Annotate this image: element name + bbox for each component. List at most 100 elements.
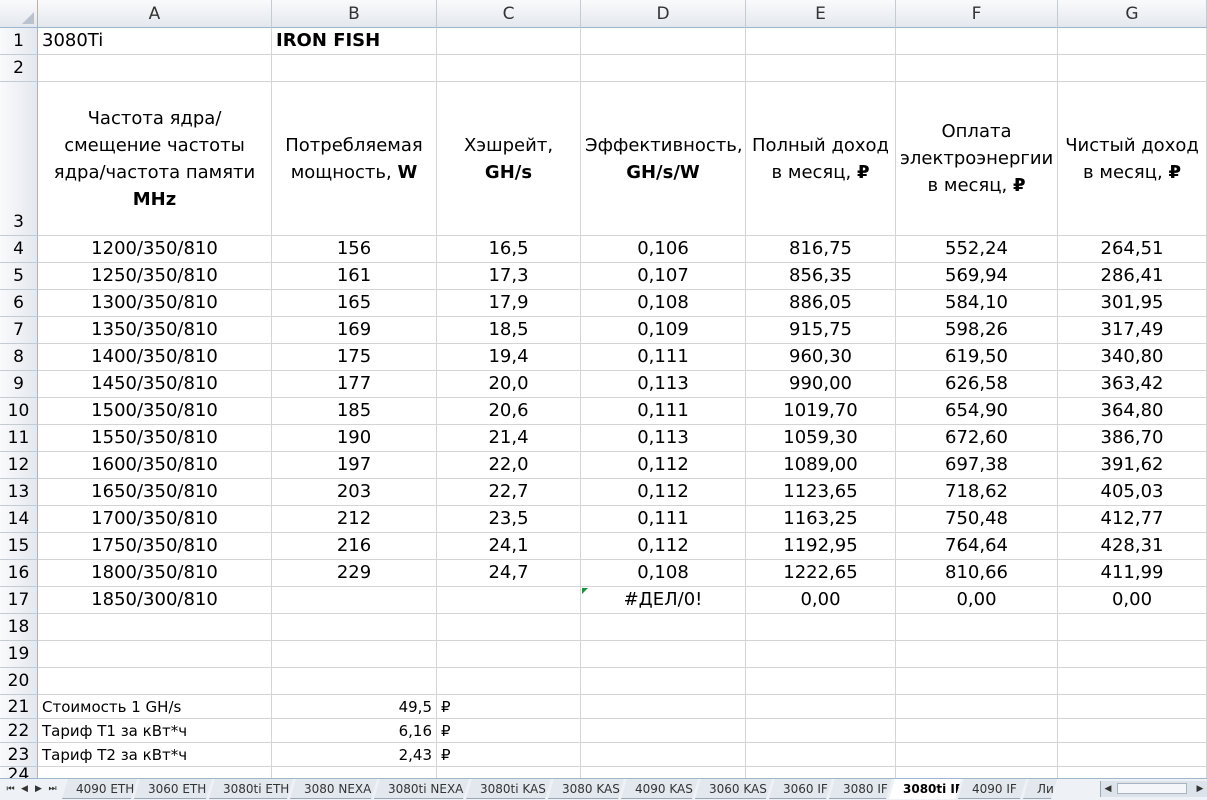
data-cell-r16-e[interactable]: 1222,65 — [746, 560, 896, 587]
sheet-tab-3060-eth[interactable]: 3060 ETH — [134, 779, 212, 799]
data-cell-r14-f[interactable]: 750,48 — [896, 506, 1058, 533]
grid-cell[interactable] — [746, 28, 896, 55]
data-cell-r11-b[interactable]: 190 — [272, 425, 437, 452]
data-cell-r8-f[interactable]: 619,50 — [896, 344, 1058, 371]
data-cell-r13-a[interactable]: 1650/350/810 — [38, 479, 272, 506]
grid-cell[interactable] — [1058, 743, 1207, 767]
data-cell-r12-b[interactable]: 197 — [272, 452, 437, 479]
data-cell-r7-c[interactable]: 18,5 — [437, 317, 581, 344]
data-cell-r5-d[interactable]: 0,107 — [581, 263, 746, 290]
data-cell-r6-e[interactable]: 886,05 — [746, 290, 896, 317]
param-currency-2[interactable]: ₽ — [437, 719, 581, 743]
param-label-1[interactable]: Стоимость 1 GH/s — [38, 695, 272, 719]
data-cell-r12-f[interactable]: 697,38 — [896, 452, 1058, 479]
row-header-23[interactable]: 23 — [0, 743, 38, 767]
sheet-tab-4090-if[interactable]: 4090 IF — [958, 779, 1026, 799]
grid-cell[interactable] — [437, 55, 581, 82]
data-cell-r10-b[interactable]: 185 — [272, 398, 437, 425]
data-cell-r14-d[interactable]: 0,111 — [581, 506, 746, 533]
header-b[interactable]: Потребляемая мощность, W — [272, 82, 437, 236]
data-cell-r17-b[interactable] — [272, 587, 437, 614]
sheet-tab-3080ti-nexa[interactable]: 3080ti NEXA — [374, 779, 469, 799]
data-cell-r17-a[interactable]: 1850/300/810 — [38, 587, 272, 614]
row-header-15[interactable]: 15 — [0, 533, 38, 560]
sheet-tab-3060-kas[interactable]: 3060 KAS — [695, 779, 772, 799]
next-sheet-icon[interactable]: ▶ — [32, 782, 45, 796]
data-cell-r16-c[interactable]: 24,7 — [437, 560, 581, 587]
row-header-1[interactable]: 1 — [0, 28, 38, 55]
data-cell-r16-b[interactable]: 229 — [272, 560, 437, 587]
data-cell-r16-f[interactable]: 810,66 — [896, 560, 1058, 587]
column-header-e[interactable]: E — [746, 0, 896, 28]
row-header-10[interactable]: 10 — [0, 398, 38, 425]
grid-cell[interactable] — [746, 743, 896, 767]
header-a[interactable]: Частота ядра/смещение частоты ядра/часто… — [38, 82, 272, 236]
data-cell-r13-c[interactable]: 22,7 — [437, 479, 581, 506]
grid-cell[interactable] — [896, 719, 1058, 743]
last-sheet-icon[interactable]: ⏭ — [46, 782, 59, 796]
data-cell-r7-a[interactable]: 1350/350/810 — [38, 317, 272, 344]
data-cell-r14-b[interactable]: 212 — [272, 506, 437, 533]
grid-cell[interactable] — [581, 641, 746, 668]
data-cell-r13-b[interactable]: 203 — [272, 479, 437, 506]
header-e[interactable]: Полный доход в месяц, ₽ — [746, 82, 896, 236]
sheet-tab-3080-if[interactable]: 3080 IF — [829, 779, 892, 799]
data-cell-r8-e[interactable]: 960,30 — [746, 344, 896, 371]
row-header-4[interactable]: 4 — [0, 236, 38, 263]
data-cell-r11-a[interactable]: 1550/350/810 — [38, 425, 272, 452]
row-header-3[interactable]: 3 — [0, 82, 38, 236]
grid-cell[interactable] — [272, 55, 437, 82]
row-header-2[interactable]: 2 — [0, 55, 38, 82]
grid-cell[interactable] — [746, 695, 896, 719]
header-g[interactable]: Чистый доход в месяц, ₽ — [1058, 82, 1207, 236]
grid-cell[interactable] — [896, 614, 1058, 641]
sheet-tab-3080-kas[interactable]: 3080 KAS — [548, 779, 624, 799]
grid-cell[interactable] — [896, 28, 1058, 55]
data-cell-r5-a[interactable]: 1250/350/810 — [38, 263, 272, 290]
sheet-tab-3080ti-kas[interactable]: 3080ti KAS — [466, 779, 551, 799]
sheet-tab-ли[interactable]: Ли — [1023, 779, 1057, 799]
data-cell-r8-g[interactable]: 340,80 — [1058, 344, 1207, 371]
row-header-11[interactable]: 11 — [0, 425, 38, 452]
data-cell-r8-d[interactable]: 0,111 — [581, 344, 746, 371]
row-header-19[interactable]: 19 — [0, 641, 38, 668]
data-cell-r11-f[interactable]: 672,60 — [896, 425, 1058, 452]
grid-cell[interactable] — [581, 28, 746, 55]
first-sheet-icon[interactable]: ⏮ — [4, 782, 17, 796]
row-header-14[interactable]: 14 — [0, 506, 38, 533]
grid-cell[interactable] — [581, 695, 746, 719]
grid-cell[interactable] — [437, 668, 581, 695]
data-cell-r12-a[interactable]: 1600/350/810 — [38, 452, 272, 479]
sheet-tab-3080-nexa[interactable]: 3080 NEXA — [290, 779, 377, 799]
data-cell-r9-e[interactable]: 990,00 — [746, 371, 896, 398]
grid-cell[interactable] — [1058, 668, 1207, 695]
column-header-d[interactable]: D — [581, 0, 746, 28]
grid-cell[interactable] — [896, 55, 1058, 82]
column-header-b[interactable]: B — [272, 0, 437, 28]
data-cell-r16-d[interactable]: 0,108 — [581, 560, 746, 587]
data-cell-r6-b[interactable]: 165 — [272, 290, 437, 317]
data-cell-r15-g[interactable]: 428,31 — [1058, 533, 1207, 560]
row-header-5[interactable]: 5 — [0, 263, 38, 290]
grid-cell[interactable] — [38, 668, 272, 695]
param-label-3[interactable]: Тариф Т2 за кВт*ч — [38, 743, 272, 767]
data-cell-r8-c[interactable]: 19,4 — [437, 344, 581, 371]
column-header-a[interactable]: A — [38, 0, 272, 28]
data-cell-r4-d[interactable]: 0,106 — [581, 236, 746, 263]
data-cell-r13-f[interactable]: 718,62 — [896, 479, 1058, 506]
data-cell-r15-c[interactable]: 24,1 — [437, 533, 581, 560]
data-cell-r17-e[interactable]: 0,00 — [746, 587, 896, 614]
data-cell-r10-c[interactable]: 20,6 — [437, 398, 581, 425]
data-cell-r15-b[interactable]: 216 — [272, 533, 437, 560]
data-cell-r9-f[interactable]: 626,58 — [896, 371, 1058, 398]
data-cell-r12-g[interactable]: 391,62 — [1058, 452, 1207, 479]
grid-cell[interactable] — [896, 743, 1058, 767]
data-cell-r7-d[interactable]: 0,109 — [581, 317, 746, 344]
header-d[interactable]: Эффективность, GH/s/W — [581, 82, 746, 236]
data-cell-r7-f[interactable]: 598,26 — [896, 317, 1058, 344]
param-value-2[interactable]: 6,16 — [272, 719, 437, 743]
grid-cell[interactable] — [746, 719, 896, 743]
param-currency-1[interactable]: ₽ — [437, 695, 581, 719]
row-header-22[interactable]: 22 — [0, 719, 38, 743]
param-currency-3[interactable]: ₽ — [437, 743, 581, 767]
